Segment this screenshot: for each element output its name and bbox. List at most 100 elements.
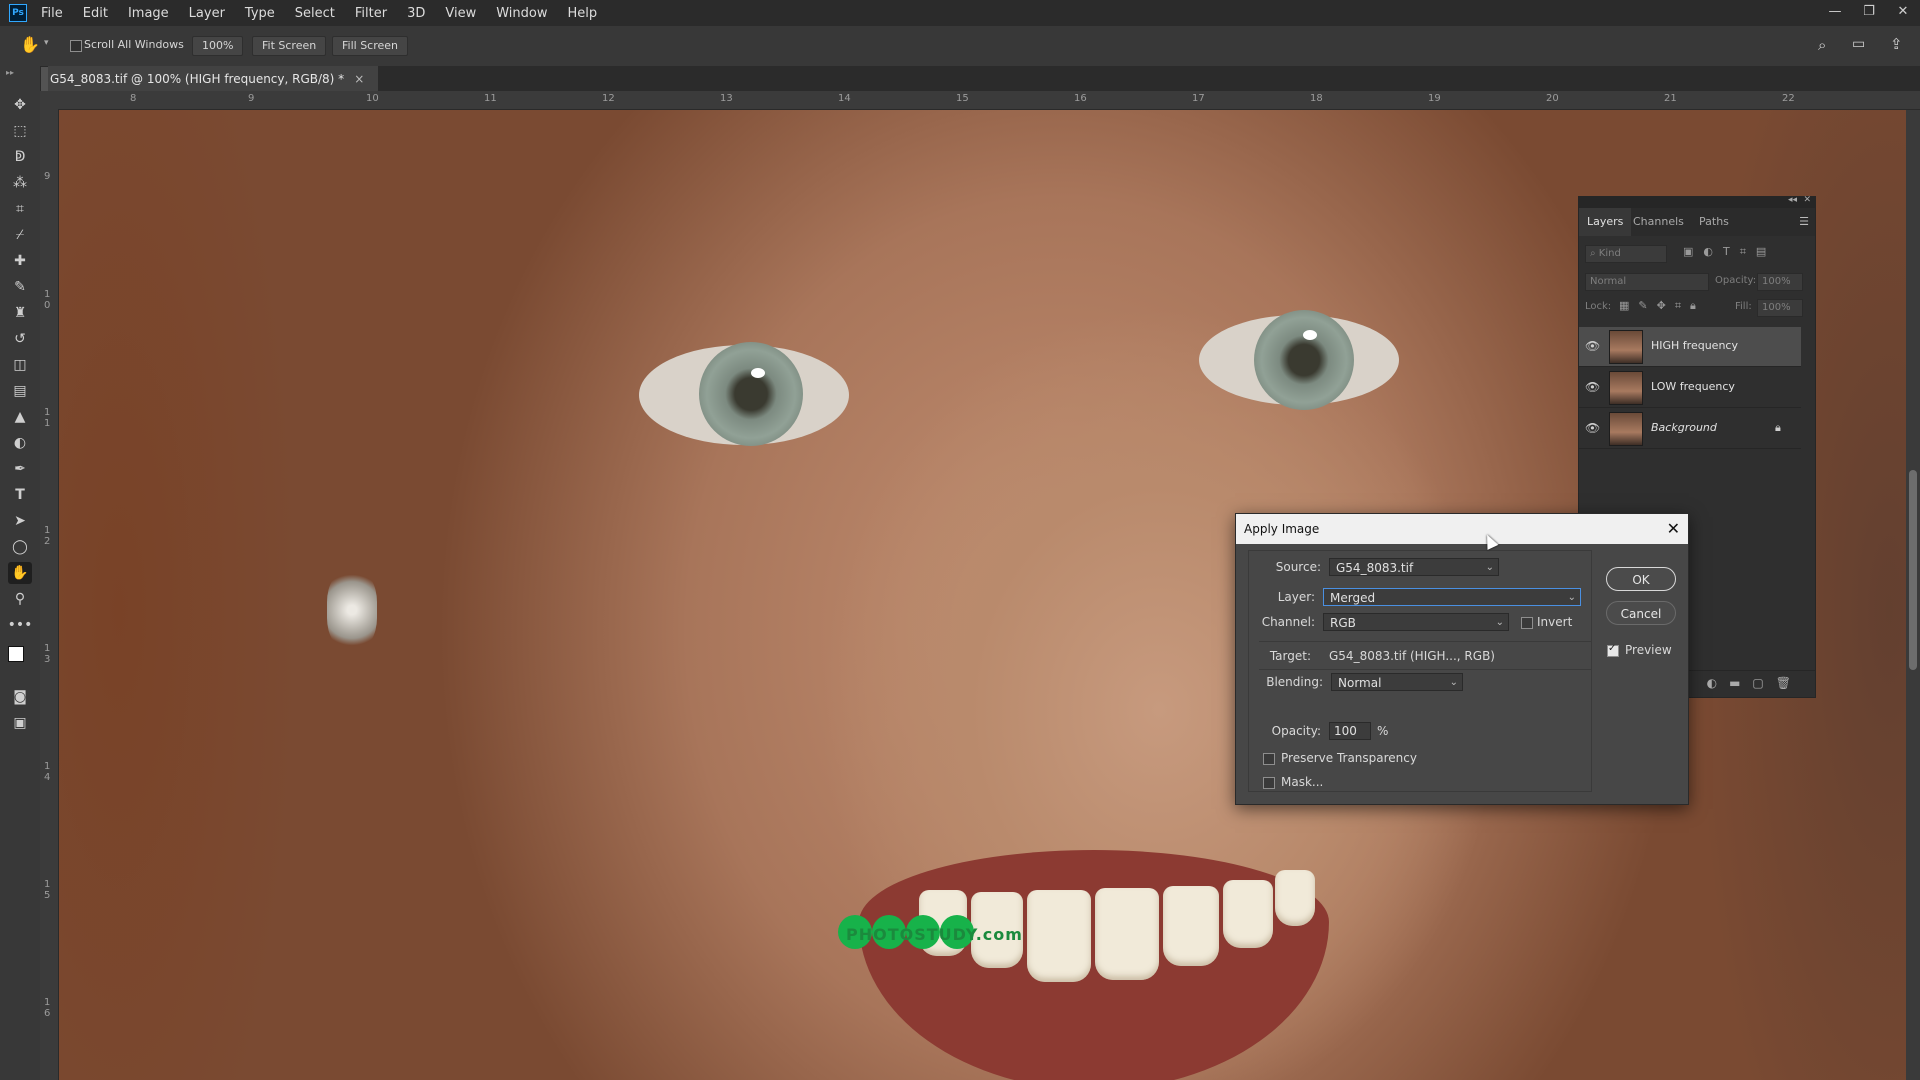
menu-window[interactable]: Window (496, 6, 547, 21)
tab-layers[interactable]: Layers (1579, 208, 1632, 236)
source-select[interactable]: G54_8083.tif ⌄ (1329, 558, 1499, 576)
mask-checkbox[interactable] (1263, 777, 1275, 789)
clone-stamp-tool-icon[interactable]: ♜ (8, 302, 32, 324)
dodge-tool-icon[interactable]: ◐ (8, 432, 32, 454)
tooth-image (1095, 888, 1159, 980)
fill-screen-button[interactable]: Fill Screen (332, 36, 409, 56)
menu-filter[interactable]: Filter (355, 6, 387, 21)
invert-checkbox[interactable] (1521, 617, 1533, 629)
share-icon[interactable]: ⇪ (1890, 35, 1903, 53)
opacity-field[interactable]: 100% (1757, 273, 1803, 291)
chevron-down-icon: ⌄ (1449, 677, 1458, 688)
collapse-toolbar-icon[interactable]: ▸▸ (6, 68, 14, 77)
kind-filter-field[interactable]: ⌕ Kind (1585, 245, 1667, 263)
hand-tool-icon[interactable]: ✋ (20, 35, 40, 54)
visibility-eye-icon[interactable]: 👁︎ (1585, 421, 1601, 435)
layer-action-icons[interactable]: ◐▬▢🗑︎ (1707, 676, 1803, 690)
channel-select[interactable]: RGB ⌄ (1323, 613, 1509, 631)
scroll-all-windows-checkbox[interactable] (70, 40, 82, 52)
scrollbar-thumb[interactable] (1909, 470, 1917, 670)
preserve-transparency-checkbox[interactable] (1263, 753, 1275, 765)
blend-mode-select[interactable]: Normal (1585, 273, 1709, 291)
cancel-button[interactable]: Cancel (1606, 601, 1676, 625)
ruler-tick-label: 16 (1074, 93, 1087, 104)
gradient-tool-icon[interactable]: ▤ (8, 380, 32, 402)
dialog-title-bar[interactable]: Apply Image ✕ (1236, 514, 1688, 544)
layer-row-high-frequency[interactable]: 👁︎ HIGH frequency (1579, 327, 1801, 367)
layer-label: Layer: (1277, 590, 1315, 604)
layer-name: HIGH frequency (1651, 339, 1738, 352)
left-eye-highlight (751, 368, 765, 378)
eraser-tool-icon[interactable]: ◫ (8, 354, 32, 376)
close-window-icon[interactable]: ✕ (1886, 0, 1920, 22)
fill-field[interactable]: 100% (1757, 299, 1803, 317)
close-panel-icon[interactable]: ✕ (1803, 195, 1811, 205)
path-selection-tool-icon[interactable]: ➤ (8, 510, 32, 532)
healing-brush-tool-icon[interactable]: ✚ (8, 250, 32, 272)
panel-menu-icon[interactable]: ☰ (1799, 215, 1809, 228)
zoom-100-button[interactable]: 100% (192, 36, 244, 56)
magic-wand-tool-icon[interactable]: ⁂ (8, 172, 32, 194)
crop-tool-icon[interactable]: ⌗ (8, 198, 32, 220)
preview-label: Preview (1625, 643, 1672, 657)
menu-image[interactable]: Image (128, 6, 169, 21)
menu-3d[interactable]: 3D (407, 6, 425, 21)
ruler-tick-label: 13 (720, 93, 733, 104)
filter-type-icons[interactable]: ▣◐T⌗▤ (1683, 245, 1776, 259)
document-tab[interactable]: G54_8083.tif @ 100% (HIGH frequency, RGB… (48, 66, 379, 91)
restore-icon[interactable]: ❐ (1852, 0, 1886, 22)
history-brush-tool-icon[interactable]: ↺ (8, 328, 32, 350)
panel-header: ◂◂ ✕ (1579, 195, 1815, 208)
marquee-tool-icon[interactable]: ⬚ (8, 120, 32, 142)
move-tool-icon[interactable]: ✥ (8, 94, 32, 116)
menu-file[interactable]: File (41, 6, 63, 21)
tab-channels[interactable]: Channels (1625, 208, 1692, 236)
brush-tool-icon[interactable]: ✎ (8, 276, 32, 298)
layer-thumbnail (1609, 330, 1643, 364)
type-tool-icon[interactable]: T (8, 484, 32, 506)
screen-mode-icon[interactable]: ▣ (8, 712, 32, 734)
lasso-tool-icon[interactable]: ↁ (8, 146, 32, 168)
more-tools-icon[interactable]: ••• (8, 614, 33, 636)
eyedropper-tool-icon[interactable]: ⌿ (8, 224, 32, 246)
tool-preset-chevron-icon[interactable]: ▾ (44, 38, 49, 48)
workspace-icon[interactable]: ▭ (1852, 36, 1865, 52)
layer-row-low-frequency[interactable]: 👁︎ LOW frequency (1579, 368, 1801, 408)
close-tab-icon[interactable]: × (354, 72, 364, 86)
blur-tool-icon[interactable]: ▲ (8, 406, 32, 428)
hand-tool-icon[interactable]: ✋ (8, 562, 32, 584)
minimize-icon[interactable]: — (1818, 0, 1852, 22)
close-icon[interactable]: ✕ (1667, 519, 1680, 538)
visibility-eye-icon[interactable]: 👁︎ (1585, 339, 1601, 353)
layer-select[interactable]: Merged ⌄ (1323, 588, 1581, 606)
foreground-color-swatch[interactable] (8, 646, 24, 662)
ruler-tick-label: 12 (602, 93, 615, 104)
fit-screen-button[interactable]: Fit Screen (252, 36, 327, 56)
lock-icons[interactable]: ▦✎✥⌗🔒︎ (1619, 299, 1705, 313)
menu-view[interactable]: View (445, 6, 476, 21)
menu-layer[interactable]: Layer (189, 6, 225, 21)
menu-type[interactable]: Type (245, 6, 275, 21)
zoom-tool-icon[interactable]: ⚲ (8, 588, 32, 610)
target-value: G54_8083.tif (HIGH..., RGB) (1329, 649, 1495, 663)
blending-select[interactable]: Normal ⌄ (1331, 673, 1463, 691)
ok-button[interactable]: OK (1606, 567, 1676, 591)
quick-mask-icon[interactable]: ◙ (8, 686, 32, 708)
preview-checkbox[interactable] (1607, 643, 1619, 657)
menu-edit[interactable]: Edit (83, 6, 108, 21)
search-icon[interactable]: ⌕ (1818, 36, 1826, 54)
collapse-panel-icon[interactable]: ◂◂ (1788, 195, 1797, 205)
ruler-tick-label: 18 (1310, 93, 1323, 104)
ruler-tick-label: 19 (1428, 93, 1441, 104)
tab-paths[interactable]: Paths (1691, 208, 1737, 236)
ellipse-tool-icon[interactable]: ◯ (8, 536, 32, 558)
dialog-settings-group: Source: G54_8083.tif ⌄ Layer: Merged ⌄ C… (1248, 550, 1592, 792)
menu-help[interactable]: Help (568, 6, 598, 21)
chevron-down-icon: ⌄ (1495, 617, 1504, 628)
visibility-eye-icon[interactable]: 👁︎ (1585, 380, 1601, 394)
pen-tool-icon[interactable]: ✒ (8, 458, 32, 480)
opacity-input[interactable]: 100 (1329, 722, 1371, 740)
layer-row-background[interactable]: 👁︎ Background 🔒︎ (1579, 409, 1801, 449)
vertical-scrollbar[interactable] (1906, 110, 1920, 1080)
menu-select[interactable]: Select (295, 6, 335, 21)
